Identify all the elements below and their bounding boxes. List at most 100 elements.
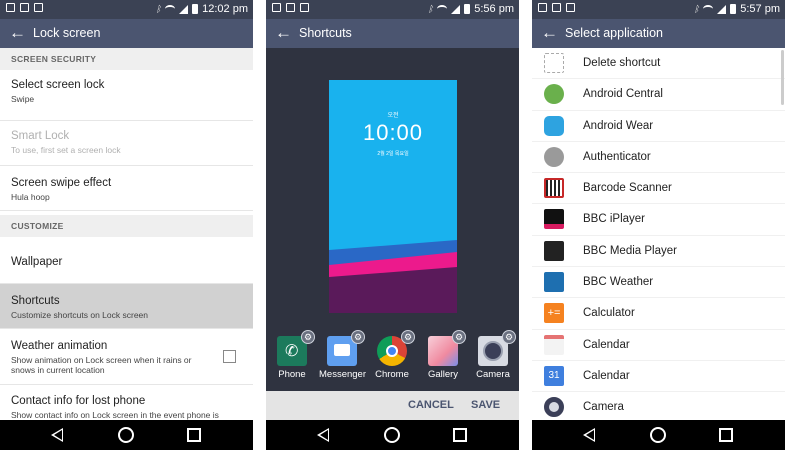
back-arrow-icon[interactable]: ←: [541, 23, 558, 43]
item-title: Screen swipe effect: [11, 177, 112, 189]
screen-swipe-effect-item[interactable]: Screen swipe effect Hula hoop: [0, 166, 253, 211]
shortcut-camera[interactable]: ⚙ Camera: [470, 330, 516, 380]
gallery-icon: ⚙: [428, 330, 466, 366]
gear-icon[interactable]: ⚙: [502, 330, 516, 344]
list-item[interactable]: BBC Media Player: [532, 236, 785, 268]
item-subtitle: Swipe: [11, 94, 35, 104]
status-bar: ᛒ 12:02 pm: [0, 0, 253, 19]
gear-icon[interactable]: ⚙: [351, 330, 365, 344]
action-bar: CANCEL SAVE: [266, 391, 519, 420]
back-arrow-icon[interactable]: ←: [9, 23, 26, 43]
list-item[interactable]: Calendar: [532, 330, 785, 361]
contact-info-item[interactable]: Contact info for lost phone Show contact…: [0, 385, 253, 425]
nav-recents-icon[interactable]: [719, 428, 733, 442]
nav-home-icon[interactable]: [118, 427, 134, 443]
page-title: Shortcuts: [299, 26, 352, 40]
shortcut-phone[interactable]: ✆ ⚙ Phone: [269, 330, 315, 380]
notification-icon: [272, 3, 281, 12]
wifi-icon: [165, 5, 176, 13]
list-item[interactable]: Barcode Scanner: [532, 173, 785, 205]
android-wear-icon: [544, 115, 564, 136]
status-bar: ᛒ 5:56 pm: [266, 0, 519, 19]
gear-icon[interactable]: ⚙: [301, 330, 315, 344]
android-central-icon: [544, 84, 564, 105]
nav-home-icon[interactable]: [384, 427, 400, 443]
item-title: Contact info for lost phone: [11, 395, 146, 407]
save-button[interactable]: SAVE: [471, 399, 500, 411]
navigation-bar: [266, 420, 519, 450]
battery-icon: [464, 4, 471, 14]
list-item[interactable]: BBC Weather: [532, 267, 785, 299]
smart-lock-item: Smart Lock To use, first set a screen lo…: [0, 121, 253, 166]
list-item[interactable]: Camera: [532, 392, 785, 424]
nav-back-icon[interactable]: [317, 428, 329, 442]
scrollbar[interactable]: [781, 50, 784, 105]
list-item[interactable]: Android Central: [532, 79, 785, 111]
cancel-button[interactable]: CANCEL: [408, 399, 454, 411]
nav-home-icon[interactable]: [650, 427, 666, 443]
item-title: Smart Lock: [11, 130, 70, 142]
chrome-icon: ⚙: [377, 330, 415, 366]
list-item[interactable]: += Calculator: [532, 298, 785, 330]
item-subtitle: Show animation on Lock screen when it ra…: [11, 355, 192, 375]
bluetooth-icon: ᛒ: [427, 4, 434, 14]
list-item[interactable]: Authenticator: [532, 142, 785, 174]
item-title: Shortcuts: [11, 295, 60, 307]
navigation-bar: [0, 420, 253, 450]
item-title: Weather animation: [11, 340, 108, 352]
item-title: Wallpaper: [11, 256, 63, 268]
bbc-weather-icon: [544, 272, 564, 293]
shortcut-label: Messenger: [319, 369, 366, 380]
nav-back-icon[interactable]: [583, 428, 595, 442]
app-name: BBC Weather: [583, 276, 654, 289]
app-name: Camera: [583, 401, 624, 414]
signal-icon: [179, 4, 189, 14]
preview-clock: 10:00: [362, 120, 424, 145]
app-list: Delete shortcut Android Central Android …: [532, 48, 785, 424]
page-title: Lock screen: [33, 26, 101, 40]
wifi-icon: [437, 5, 448, 13]
wallpaper-item[interactable]: Wallpaper: [0, 237, 253, 284]
shortcut-chrome[interactable]: ⚙ Chrome: [369, 330, 415, 380]
page-title: Select application: [565, 26, 663, 40]
notification-icon: [552, 3, 561, 12]
status-time: 5:57 pm: [740, 3, 780, 15]
list-item[interactable]: Delete shortcut: [532, 48, 785, 80]
nav-recents-icon[interactable]: [453, 428, 467, 442]
shortcuts-item[interactable]: Shortcuts Customize shortcuts on Lock sc…: [0, 284, 253, 329]
status-bar: ᛒ 5:57 pm: [532, 0, 785, 19]
item-subtitle: Show contact info on Lock screen in the …: [11, 410, 219, 420]
select-screen-lock-item[interactable]: Select screen lock Swipe: [0, 70, 253, 121]
gear-icon[interactable]: ⚙: [401, 330, 415, 344]
gear-icon[interactable]: ⚙: [452, 330, 466, 344]
signal-icon: [451, 4, 461, 14]
lock-screen-settings: ᛒ 12:02 pm ← Lock screen SCREEN SECURITY …: [0, 0, 253, 450]
select-application-screen: ᛒ 5:57 pm ← Select application Delete sho…: [532, 0, 785, 450]
status-time: 5:56 pm: [474, 3, 514, 15]
item-subtitle: Customize shortcuts on Lock screen: [11, 310, 149, 320]
notification-icon: [538, 3, 547, 12]
status-time: 12:02 pm: [202, 3, 248, 15]
notification-icon: [566, 3, 575, 12]
list-item[interactable]: Android Wear: [532, 111, 785, 142]
shortcut-messenger[interactable]: ⚙ Messenger: [319, 330, 366, 380]
list-item[interactable]: BBC iPlayer: [532, 204, 785, 236]
shortcut-gallery[interactable]: ⚙ Gallery: [420, 330, 466, 380]
camera-icon: [544, 397, 564, 418]
app-name: Android Central: [583, 88, 663, 101]
back-arrow-icon[interactable]: ←: [275, 23, 292, 43]
nav-back-icon[interactable]: [51, 428, 63, 442]
app-bar: ← Select application: [532, 19, 785, 48]
calendar-icon: [544, 334, 564, 355]
shortcut-label: Phone: [278, 369, 306, 380]
preview-date: 2월 2일 목요일: [377, 151, 409, 157]
item-subtitle: Hula hoop: [11, 192, 50, 202]
signal-icon: [717, 4, 727, 14]
weather-animation-checkbox[interactable]: [223, 350, 236, 363]
nav-recents-icon[interactable]: [187, 428, 201, 442]
list-item[interactable]: 31 Calendar: [532, 361, 785, 393]
item-subtitle: To use, first set a screen lock: [11, 145, 121, 155]
app-name: Barcode Scanner: [583, 182, 672, 195]
weather-animation-item[interactable]: Weather animation Show animation on Lock…: [0, 329, 253, 385]
app-bar: ← Shortcuts: [266, 19, 519, 48]
